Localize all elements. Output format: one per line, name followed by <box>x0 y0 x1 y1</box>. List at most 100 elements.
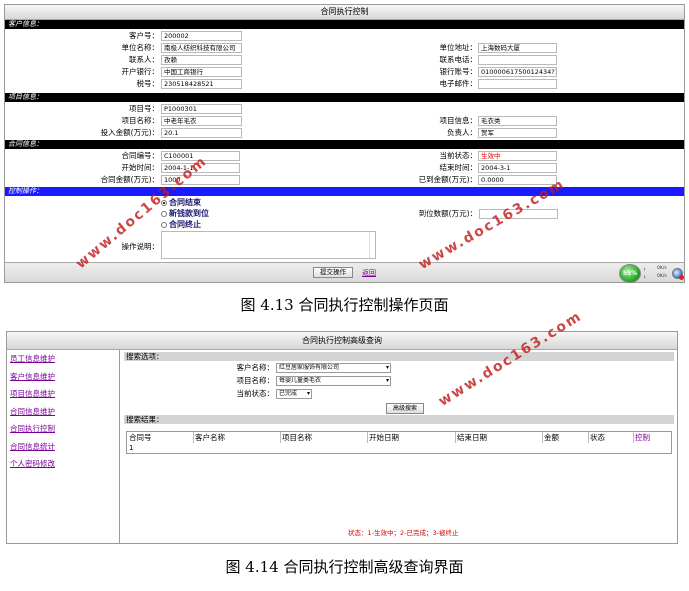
figure-4-14-caption: 图 4.14 合同执行控制高级查询界面 <box>225 558 464 576</box>
arrival-amount-field[interactable] <box>479 209 558 219</box>
column-divider <box>542 432 543 443</box>
down-arrow-icon: ↓ <box>643 274 647 279</box>
network-globe-icon[interactable] <box>672 268 684 280</box>
up-arrow-icon: ↑ <box>643 267 647 272</box>
sidebar-item-contract-stats[interactable]: 合同信息统计 <box>10 441 55 452</box>
radio-unselected-icon[interactable] <box>161 221 167 228</box>
project-info-field[interactable]: 毛衣类 <box>478 116 557 126</box>
radio-unselected-icon[interactable] <box>161 210 167 217</box>
customer-info-panel: 客户号： 200002 单位名称： 南极人纺织科技有限公司 单位地址： 上海数码… <box>5 29 684 93</box>
bank-field[interactable]: 中国工商银行 <box>161 67 242 77</box>
radio-selected-icon[interactable] <box>161 199 167 206</box>
col-end-date: 结束日期 <box>457 433 487 442</box>
col-status: 状态 <box>590 433 605 442</box>
customer-name-value: 红豆居家服饰有限公司 <box>279 364 340 371</box>
invest-amount-field[interactable]: 20.1 <box>161 128 242 138</box>
chevron-down-icon: ▾ <box>385 364 389 371</box>
sidebar-item-project[interactable]: 项目信息维护 <box>10 388 55 399</box>
end-time-label: 结束时间： <box>439 163 478 172</box>
project-info-label: 项目信息： <box>439 116 478 125</box>
radio-contract-end-label: 合同结束 <box>169 198 201 207</box>
contract-control-window: 合同执行控制 客户信息： 客户号： 200002 单位名称： 南极人纺织科技有限… <box>4 4 685 283</box>
chevron-down-icon: ▾ <box>385 377 389 384</box>
start-time-field[interactable]: 2004-1-1 <box>161 163 240 173</box>
network-monitor-widget: 55% ↑ ↓ 0K/s 0K/s <box>617 264 684 283</box>
column-divider <box>633 432 634 443</box>
customer-id-field[interactable]: 200002 <box>161 31 242 41</box>
sidebar-item-contract-control[interactable]: 合同执行控制 <box>10 423 55 434</box>
window-title: 合同执行控制 <box>5 5 684 20</box>
sidebar-item-contract[interactable]: 合同信息维护 <box>10 406 55 417</box>
chevron-down-icon: ▾ <box>306 390 310 397</box>
contract-amount-field[interactable]: 1000 <box>161 175 240 185</box>
unit-name-field[interactable]: 南极人纺织科技有限公司 <box>161 43 242 53</box>
window-title: 合同执行控制高级查询 <box>7 332 677 350</box>
sidebar: 员工信息维护 客户信息维护 项目信息维护 合同信息维护 合同执行控制 合同信息统… <box>7 350 120 543</box>
download-speed: 0K/s <box>657 274 667 279</box>
col-control: 控制 <box>635 433 650 442</box>
phone-field[interactable] <box>478 55 557 65</box>
figure-4-13-caption: 图 4.13 合同执行控制操作页面 <box>240 296 449 314</box>
operation-desc-textarea[interactable] <box>161 231 376 259</box>
radio-new-funds-label: 新钱款到位 <box>169 209 209 218</box>
main-content: 搜索选项： 客户名称： 红豆居家服饰有限公司 ▾ 项目名称： 毎婴儿童类毛衣 ▾ 当… <box>124 352 674 543</box>
end-time-field[interactable]: 2004-3-1 <box>478 163 557 173</box>
status-field[interactable]: 生效中 <box>478 151 557 161</box>
col-contract-id: 合同号 <box>129 433 152 442</box>
textarea-scrollbar[interactable] <box>369 232 375 258</box>
radio-contract-terminate[interactable]: 合同终止 <box>161 219 201 230</box>
submit-button[interactable]: 提交操作 <box>313 267 353 278</box>
search-options-header: 搜索选项： <box>124 352 674 361</box>
email-field[interactable] <box>478 79 557 89</box>
owner-field[interactable]: 贺军 <box>478 128 557 138</box>
unit-address-field[interactable]: 上海数码大厦 <box>478 43 557 53</box>
section-control-operation: 控制操作： <box>5 187 684 196</box>
table-row[interactable]: 1 <box>129 444 133 452</box>
col-customer-name: 客户名称 <box>195 433 225 442</box>
column-divider <box>193 432 194 443</box>
sidebar-item-customer[interactable]: 客户信息维护 <box>10 371 55 382</box>
arrived-amount-field[interactable]: 0.0000 <box>478 175 557 185</box>
owner-label: 负责人： <box>447 128 477 137</box>
invest-amount-label: 投入金额(万元)： <box>100 128 159 137</box>
customer-name-select[interactable]: 红豆居家服饰有限公司 ▾ <box>276 363 391 373</box>
contact-label: 联系人： <box>129 55 159 64</box>
radio-contract-end[interactable]: 合同结束 <box>161 197 201 208</box>
email-label: 电子邮件： <box>439 79 478 88</box>
tax-number-field[interactable]: 230518428521 <box>161 79 242 89</box>
status-label: 当前状态： <box>236 389 275 398</box>
project-name-select[interactable]: 毎婴儿童类毛衣 ▾ <box>276 376 391 386</box>
project-id-field[interactable]: P1000301 <box>161 104 242 114</box>
customer-name-label: 客户名称： <box>236 363 275 372</box>
contract-id-label: 合同编号： <box>121 151 160 160</box>
bank-account-field[interactable]: 01000061750012434?1 <box>478 67 557 77</box>
status-value: 已完成 <box>279 390 298 397</box>
tax-number-label: 税号： <box>136 79 160 88</box>
contract-id-field[interactable]: C100001 <box>161 151 240 161</box>
sidebar-item-employee[interactable]: 员工信息维护 <box>10 353 55 364</box>
advanced-search-button[interactable]: 高级搜索 <box>386 403 424 414</box>
contact-field[interactable]: 孜赖 <box>161 55 242 65</box>
status-legend-note: 状态：1-生效中；2-已完成；3-被终止 <box>348 529 459 537</box>
radio-new-funds[interactable]: 新钱款到位 <box>161 208 209 219</box>
section-customer-info: 客户信息： <box>5 20 684 29</box>
project-name-label: 项目名称： <box>236 376 275 385</box>
status-select[interactable]: 已完成 ▾ <box>276 389 312 399</box>
project-name-label: 项目名称： <box>121 116 160 125</box>
phone-label: 联系电话： <box>439 55 478 64</box>
radio-contract-terminate-label: 合同终止 <box>169 220 201 229</box>
arrived-amount-label: 已到金额(万元)： <box>418 175 477 184</box>
unit-name-label: 单位名称： <box>121 43 160 52</box>
back-link[interactable]: 返回 <box>362 268 376 278</box>
column-divider <box>588 432 589 443</box>
usage-ball-icon: 55% <box>619 264 641 283</box>
search-results-header: 搜索结果： <box>124 415 674 424</box>
action-bar: 提交操作 返回 55% ↑ ↓ 0K/s 0K/s <box>5 262 684 283</box>
column-divider <box>455 432 456 443</box>
col-project-name: 项目名称 <box>282 433 312 442</box>
project-name-field[interactable]: 中老年毛衣 <box>161 116 242 126</box>
section-contract-info: 合同信息： <box>5 140 684 149</box>
project-id-label: 项目号： <box>129 104 159 113</box>
customer-id-label: 客户号： <box>129 31 159 40</box>
sidebar-item-password[interactable]: 个人密码修改 <box>10 458 55 469</box>
